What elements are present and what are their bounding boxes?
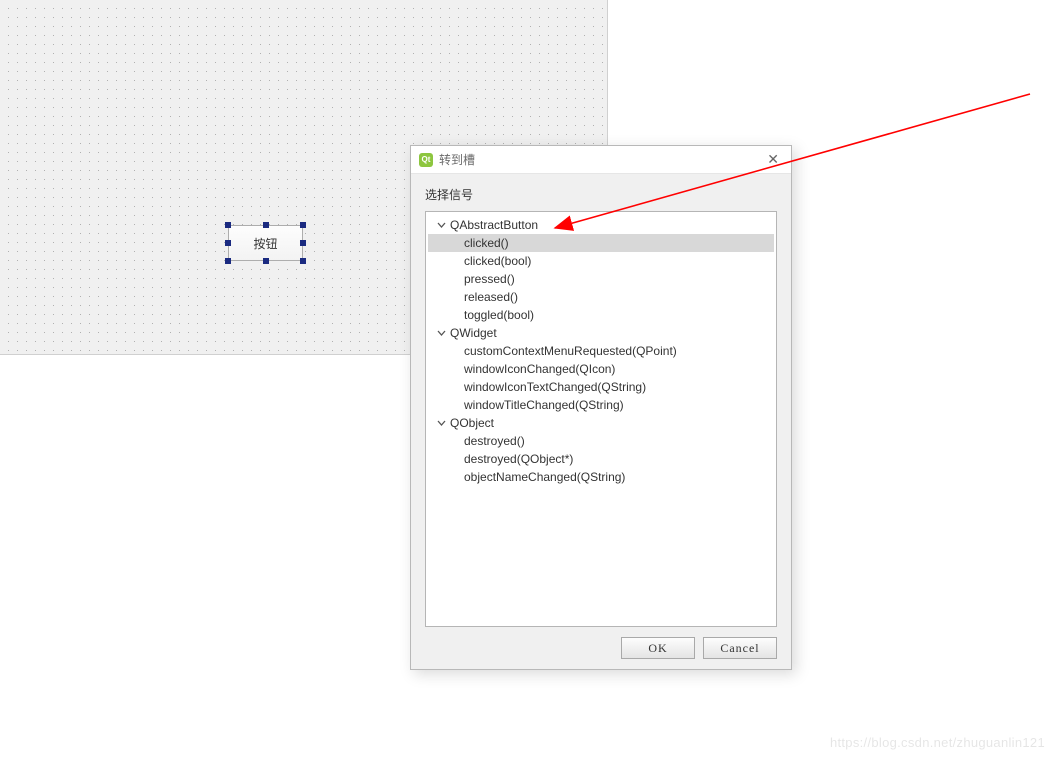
chevron-down-icon[interactable] [436, 418, 446, 428]
signal-item-label: customContextMenuRequested(QPoint) [464, 344, 677, 358]
signal-item[interactable]: windowIconTextChanged(QString) [428, 378, 774, 396]
resize-handle-bc[interactable] [263, 258, 269, 264]
tree-group-label: QAbstractButton [450, 218, 538, 232]
ok-button[interactable]: OK [621, 637, 695, 659]
signal-item[interactable]: destroyed() [428, 432, 774, 450]
signal-item[interactable]: toggled(bool) [428, 306, 774, 324]
signal-item-label: released() [464, 290, 518, 304]
signal-item-label: windowIconChanged(QIcon) [464, 362, 615, 376]
tree-group: QAbstractButton clicked() clicked(bool) pre… [428, 216, 774, 324]
resize-handle-bl[interactable] [225, 258, 231, 264]
dialog-title: 转到槽 [439, 151, 763, 168]
tree-group: QObject destroyed() destroyed(QObject*) obj… [428, 414, 774, 486]
watermark-text: https://blog.csdn.net/zhuguanlin121 [830, 735, 1045, 750]
resize-handle-mr[interactable] [300, 240, 306, 246]
qt-logo-icon: Qt [419, 153, 433, 167]
resize-handle-ml[interactable] [225, 240, 231, 246]
widget-pushbutton[interactable]: 按钮 [228, 225, 303, 261]
signal-item-label: destroyed() [464, 434, 525, 448]
widget-pushbutton-label: 按钮 [253, 235, 277, 252]
cancel-button[interactable]: Cancel [703, 637, 777, 659]
signal-item[interactable]: released() [428, 288, 774, 306]
signal-tree[interactable]: QAbstractButton clicked() clicked(bool) pre… [425, 211, 777, 627]
tree-group-header[interactable]: QAbstractButton [428, 216, 774, 234]
tree-group-header[interactable]: QWidget [428, 324, 774, 342]
signal-item[interactable]: pressed() [428, 270, 774, 288]
signal-item-label: toggled(bool) [464, 308, 534, 322]
signal-item-label: windowTitleChanged(QString) [464, 398, 624, 412]
signal-item-label: pressed() [464, 272, 515, 286]
resize-handle-tc[interactable] [263, 222, 269, 228]
tree-group-label: QWidget [450, 326, 497, 340]
select-signal-label: 选择信号 [425, 186, 777, 203]
signal-item-label: destroyed(QObject*) [464, 452, 573, 466]
chevron-down-icon[interactable] [436, 328, 446, 338]
signal-item-label: clicked(bool) [464, 254, 531, 268]
signal-item-label: objectNameChanged(QString) [464, 470, 625, 484]
signal-item[interactable]: windowTitleChanged(QString) [428, 396, 774, 414]
signal-item[interactable]: customContextMenuRequested(QPoint) [428, 342, 774, 360]
signal-item[interactable]: windowIconChanged(QIcon) [428, 360, 774, 378]
chevron-down-icon[interactable] [436, 220, 446, 230]
signal-item[interactable]: clicked(bool) [428, 252, 774, 270]
close-icon[interactable]: ✕ [763, 151, 783, 168]
signal-item[interactable]: clicked() [428, 234, 774, 252]
cancel-button-label: Cancel [720, 641, 759, 656]
tree-group: QWidget customContextMenuRequested(QPoint… [428, 324, 774, 414]
dialog-button-row: OK Cancel [425, 637, 777, 659]
tree-group-header[interactable]: QObject [428, 414, 774, 432]
tree-group-label: QObject [450, 416, 494, 430]
signal-item[interactable]: objectNameChanged(QString) [428, 468, 774, 486]
resize-handle-br[interactable] [300, 258, 306, 264]
signal-item-label: windowIconTextChanged(QString) [464, 380, 646, 394]
resize-handle-tr[interactable] [300, 222, 306, 228]
dialog-body: 选择信号 QAbstractButton clicked() clicked(boo… [411, 174, 791, 669]
dialog-titlebar[interactable]: Qt 转到槽 ✕ [411, 146, 791, 174]
signal-item[interactable]: destroyed(QObject*) [428, 450, 774, 468]
signal-item-label: clicked() [464, 236, 509, 250]
ok-button-label: OK [648, 641, 667, 656]
go-to-slot-dialog: Qt 转到槽 ✕ 选择信号 QAbstractButton clicked() cl… [410, 145, 792, 670]
resize-handle-tl[interactable] [225, 222, 231, 228]
selected-widget[interactable]: 按钮 [228, 225, 303, 261]
